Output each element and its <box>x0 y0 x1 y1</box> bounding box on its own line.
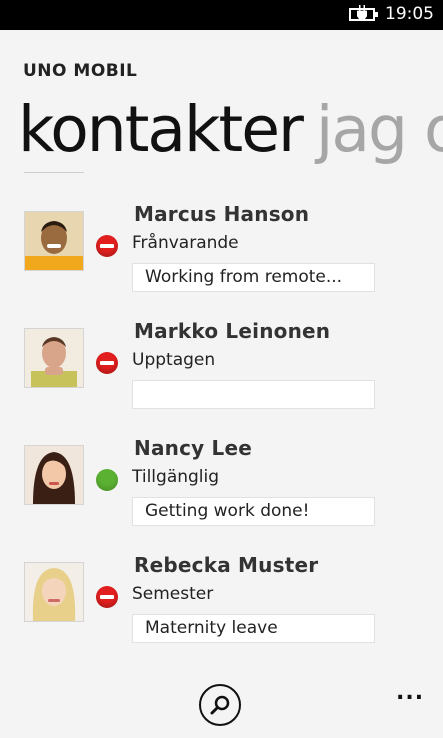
avatar <box>24 211 84 271</box>
contact-item[interactable]: Marcus Hanson Frånvarande Working from r… <box>0 202 443 311</box>
contact-presence: Semester <box>132 584 214 604</box>
contact-name: Marcus Hanson <box>134 202 310 226</box>
divider <box>24 172 84 173</box>
pivot-item-kontakter[interactable]: kontakter <box>18 93 304 166</box>
search-icon <box>210 695 230 715</box>
contact-name: Rebecka Muster <box>134 553 319 577</box>
contact-name: Markko Leinonen <box>134 319 331 343</box>
avatar <box>24 328 84 388</box>
busy-status-icon <box>96 352 118 374</box>
contact-presence: Frånvarande <box>132 233 239 253</box>
contact-note <box>132 380 375 409</box>
app-title: UNO MOBIL <box>23 61 138 81</box>
status-time: 19:05 <box>385 4 434 24</box>
battery-charging-icon <box>349 5 378 21</box>
contact-item[interactable]: Markko Leinonen Upptagen <box>0 319 443 428</box>
contact-item[interactable]: Rebecka Muster Semester Maternity leave <box>0 553 443 662</box>
pivot-item-jag[interactable]: jag o <box>316 93 443 166</box>
contact-note: Maternity leave <box>132 614 375 643</box>
contact-item[interactable]: Nancy Lee Tillgänglig Getting work done! <box>0 436 443 545</box>
search-button[interactable] <box>199 684 241 726</box>
more-button[interactable]: ... <box>396 680 424 705</box>
contact-note: Getting work done! <box>132 497 375 526</box>
contact-name: Nancy Lee <box>134 436 253 460</box>
avatar <box>24 562 84 622</box>
pivot-header: kontakterjag o <box>18 98 443 161</box>
status-bar: 19:05 <box>0 0 443 30</box>
contact-note: Working from remote... <box>132 263 375 292</box>
available-status-icon <box>96 469 118 491</box>
contact-presence: Tillgänglig <box>132 467 220 487</box>
busy-status-icon <box>96 235 118 257</box>
contact-presence: Upptagen <box>132 350 216 370</box>
busy-status-icon <box>96 586 118 608</box>
avatar <box>24 445 84 505</box>
